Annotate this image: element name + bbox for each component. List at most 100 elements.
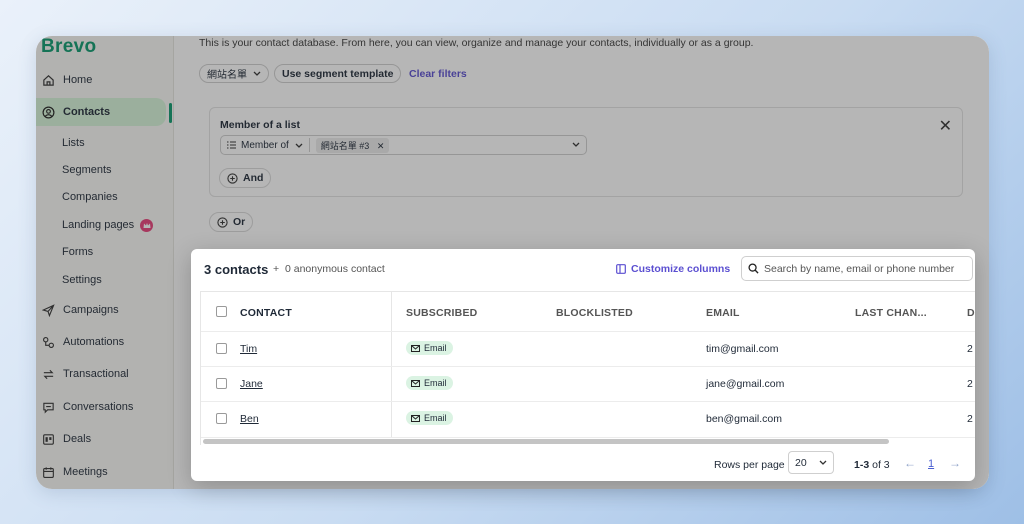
sidebar-item-label: Companies: [62, 191, 118, 203]
sidebar-item-segments[interactable]: Segments: [36, 156, 166, 184]
sidebar-item-label: Contacts: [63, 106, 111, 118]
contact-email: jane@gmail.com: [706, 378, 785, 390]
anonymous-count: + 0 anonymous contact: [273, 263, 385, 275]
mail-icon: [411, 344, 420, 352]
contact-email: tim@gmail.com: [706, 343, 779, 355]
crown-icon: [140, 218, 154, 232]
rows-per-page-label: Rows per page: [714, 459, 785, 471]
sidebar-item-label: Segments: [62, 164, 112, 176]
sidebar-item-contacts[interactable]: Contacts: [36, 98, 166, 126]
plus-circle-icon: [227, 172, 238, 184]
close-icon[interactable]: ✕: [939, 116, 952, 136]
plus-circle-icon: [217, 216, 228, 228]
sidebar-item-label: Landing pages: [62, 219, 135, 231]
search-input[interactable]: [764, 262, 964, 275]
contact-date: 2: [967, 343, 973, 355]
deals-icon: [41, 432, 55, 446]
sidebar: Brevo Home Contacts Lists Segments Compa…: [36, 36, 174, 489]
sidebar-item-label: Meetings: [63, 466, 108, 478]
row-divider: [201, 331, 975, 332]
chevron-down-icon: [819, 460, 827, 465]
contact-date: 2: [967, 413, 973, 425]
subscribed-badge: Email: [406, 376, 453, 390]
sidebar-item-label: Settings: [62, 274, 102, 286]
automation-icon: [41, 335, 55, 349]
sidebar-item-home[interactable]: Home: [36, 66, 166, 94]
columns-icon: [616, 264, 626, 274]
divider: [308, 138, 310, 152]
contact-search: [741, 256, 973, 281]
select-all-checkbox[interactable]: [216, 306, 227, 317]
column-header-date[interactable]: D: [967, 307, 975, 319]
page-description: This is your contact database. From here…: [199, 37, 754, 49]
horizontal-scrollbar[interactable]: [203, 439, 889, 444]
column-header-contact[interactable]: CONTACT: [240, 307, 292, 319]
customize-columns-button[interactable]: Customize columns: [616, 263, 730, 275]
brevo-logo[interactable]: Brevo: [41, 36, 96, 58]
anonymous-label: 0 anonymous contact: [284, 263, 385, 275]
column-divider: [391, 292, 392, 438]
sidebar-item-campaigns[interactable]: Campaigns: [36, 296, 166, 324]
condition-label: Member of: [241, 139, 289, 151]
sidebar-item-label: Forms: [62, 246, 94, 258]
chat-icon: [41, 400, 55, 414]
badge-label: Email: [424, 413, 447, 423]
subscribed-badge: Email: [406, 411, 453, 425]
pagination-range: 1-3 of 3: [854, 459, 890, 471]
list-dropdown-label: 網站名單: [207, 70, 247, 81]
button-label: Or: [233, 216, 246, 228]
sidebar-item-forms[interactable]: Forms: [36, 238, 166, 266]
list-dropdown[interactable]: 網站名單: [199, 64, 269, 83]
button-label: Customize columns: [631, 263, 731, 275]
mail-icon: [411, 379, 420, 387]
sidebar-item-meetings[interactable]: Meetings: [36, 458, 166, 486]
subscribed-badge: Email: [406, 341, 453, 355]
add-or-group-button[interactable]: Or: [209, 212, 254, 232]
range-total: of 3: [872, 459, 890, 471]
sidebar-item-label: Campaigns: [63, 304, 119, 316]
contact-name-link[interactable]: Jane: [240, 378, 263, 390]
home-icon: [41, 73, 55, 87]
filter-group: Member of a list ✕ Member of 網站名單 #3 ✕ A…: [209, 107, 963, 197]
sidebar-item-transactional[interactable]: Transactional: [36, 360, 166, 388]
row-checkbox[interactable]: [216, 343, 227, 354]
chevron-down-icon: [295, 143, 303, 148]
arrow-left-icon[interactable]: ←: [904, 456, 916, 470]
filter-condition-select[interactable]: Member of 網站名單 #3 ✕: [220, 135, 587, 155]
row-checkbox[interactable]: [216, 413, 227, 424]
list-icon: [227, 141, 236, 149]
contact-name-link[interactable]: Tim: [240, 343, 257, 355]
sidebar-item-landing-pages[interactable]: Landing pages: [36, 211, 166, 239]
sidebar-item-label: Home: [63, 74, 93, 86]
clear-filters-link[interactable]: Clear filters: [409, 68, 467, 80]
rows-per-page-select[interactable]: 20: [788, 451, 834, 474]
chevron-down-icon: [572, 142, 580, 147]
sidebar-item-label: Lists: [62, 137, 85, 149]
column-header-subscribed[interactable]: SUBSCRIBED: [406, 307, 477, 319]
search-icon: [748, 263, 759, 274]
badge-label: Email: [424, 343, 447, 353]
contact-email: ben@gmail.com: [706, 413, 783, 425]
calendar-icon: [41, 465, 55, 479]
column-header-email[interactable]: EMAIL: [706, 307, 740, 319]
row-checkbox[interactable]: [216, 378, 227, 389]
page-number-button[interactable]: 1: [928, 458, 934, 470]
filter-title: Member of a list: [220, 119, 300, 131]
arrow-right-icon[interactable]: →: [949, 456, 961, 470]
sidebar-item-lists[interactable]: Lists: [36, 129, 166, 157]
plus-sign: +: [273, 263, 280, 275]
remove-tag-icon[interactable]: ✕: [377, 141, 385, 151]
sidebar-item-companies[interactable]: Companies: [36, 183, 166, 211]
button-label: Use segment template: [282, 67, 394, 80]
column-header-blocklisted[interactable]: BLOCKLISTED: [556, 307, 633, 319]
active-indicator: [169, 103, 172, 123]
transactional-icon: [41, 367, 55, 381]
sidebar-item-automations[interactable]: Automations: [36, 328, 166, 356]
add-and-condition-button[interactable]: And: [219, 168, 272, 188]
sidebar-item-conversations[interactable]: Conversations: [36, 393, 166, 421]
contact-name-link[interactable]: Ben: [240, 413, 259, 425]
use-segment-template-button[interactable]: Use segment template: [274, 64, 402, 83]
sidebar-item-deals[interactable]: Deals: [36, 425, 166, 453]
column-header-last-changed[interactable]: LAST CHAN...: [855, 307, 927, 319]
sidebar-item-settings[interactable]: Settings: [36, 266, 166, 294]
